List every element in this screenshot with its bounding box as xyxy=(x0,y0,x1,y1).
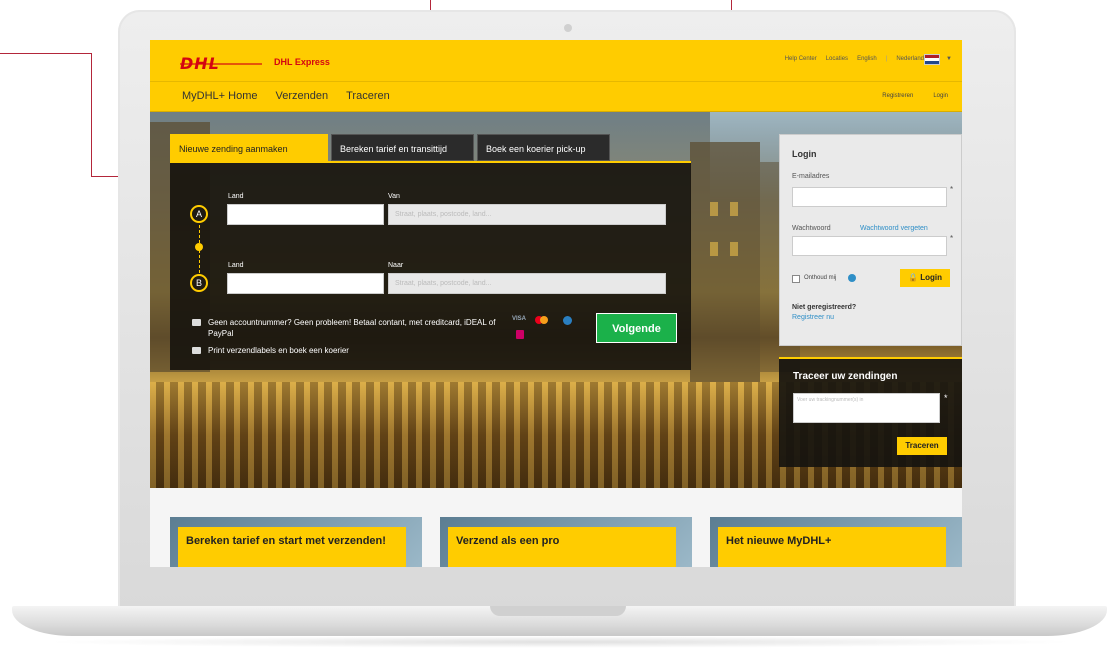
required-star: * xyxy=(944,393,948,403)
password-label: Wachtwoord xyxy=(792,225,831,232)
help-center-link[interactable]: Help Center xyxy=(785,56,817,62)
track-card: Traceer uw zendingen Voer uw trackingnum… xyxy=(779,357,962,467)
naar-label: Naar xyxy=(388,262,404,269)
van-label: Van xyxy=(388,193,400,200)
tab-bereken-tarief[interactable]: Bereken tarief en transittijd xyxy=(331,134,474,161)
logo-speed-lines xyxy=(180,63,262,65)
required-star: * xyxy=(950,185,954,194)
callout-line-left-h xyxy=(0,53,92,54)
laptop-notch xyxy=(490,606,626,616)
register-now-link[interactable]: Registreer nu xyxy=(792,314,834,321)
mastercard-icon-2 xyxy=(540,316,548,324)
window xyxy=(730,242,738,256)
forgot-password-link[interactable]: Wachtwoord vergeten xyxy=(860,225,928,232)
remember-label: Onthoud mij xyxy=(804,275,837,281)
nav-item-mydhl-home[interactable]: MyDHL+ Home xyxy=(182,90,258,102)
shipment-form-panel: A B Land Van Straat, plaats, postcode, l… xyxy=(170,161,691,370)
promo-card[interactable]: Verzend als een pro xyxy=(440,517,692,567)
separator: | xyxy=(885,56,888,62)
email-label: E-mailadres xyxy=(792,173,830,180)
required-star: * xyxy=(950,234,954,243)
login-title: Login xyxy=(792,149,817,159)
card-icon xyxy=(192,319,201,326)
remember-checkbox[interactable] xyxy=(792,275,800,283)
land-to-input[interactable] xyxy=(227,273,384,294)
traceren-button[interactable]: Traceren xyxy=(897,437,947,455)
promo-card[interactable]: Bereken tarief en start met verzenden! xyxy=(170,517,422,567)
callout-line-left-v xyxy=(91,53,92,177)
laptop-shadow xyxy=(40,636,1080,648)
no-account-info: Geen accountnummer? Geen probleem! Betaa… xyxy=(208,318,496,338)
top-bar: DHL DHL Express Help Center Locaties Eng… xyxy=(150,40,962,82)
naar-input[interactable]: Straat, plaats, postcode, land... xyxy=(388,273,666,294)
volgende-button[interactable]: Volgende xyxy=(596,313,677,343)
password-field[interactable] xyxy=(792,236,947,256)
ideal-icon xyxy=(516,330,524,339)
login-button-label: Login xyxy=(920,273,942,282)
printer-icon xyxy=(192,347,201,354)
van-input[interactable]: Straat, plaats, postcode, land... xyxy=(388,204,666,225)
promo-card-title: Het nieuwe MyDHL+ xyxy=(718,527,946,567)
camera-icon xyxy=(564,24,572,32)
nav-item-traceren[interactable]: Traceren xyxy=(346,90,390,102)
top-links: Help Center Locaties English | Nederland… xyxy=(785,56,927,62)
tab-koerier-pickup[interactable]: Boek een koerier pick-up xyxy=(477,134,610,161)
point-a-icon: A xyxy=(190,205,208,223)
laptop-screen: DHL DHL Express Help Center Locaties Eng… xyxy=(150,40,962,567)
login-card: Login E-mailadres * Wachtwoord Wachtwoor… xyxy=(779,134,962,346)
tracking-input[interactable]: Voer uw trackingnummer(s) in xyxy=(793,393,940,423)
window xyxy=(710,202,718,216)
paypal-icon xyxy=(563,316,572,325)
not-registered-text: Niet geregistreerd? xyxy=(792,304,857,311)
email-field[interactable] xyxy=(792,187,947,207)
print-labels-info: Print verzendlabels en boek een koerier xyxy=(208,346,349,355)
window xyxy=(730,202,738,216)
register-link[interactable]: Registreren xyxy=(882,93,913,99)
promo-card-title: Bereken tarief en start met verzenden! xyxy=(178,527,406,567)
window xyxy=(710,242,718,256)
netherlands-flag-icon[interactable] xyxy=(924,54,940,65)
route-dot xyxy=(195,243,203,251)
nederlands-link[interactable]: Nederlands xyxy=(896,56,927,62)
stage: DHL DHL Express Help Center Locaties Eng… xyxy=(0,0,1117,652)
land-label-from: Land xyxy=(228,193,244,200)
english-link[interactable]: English xyxy=(857,56,877,62)
visa-icon: VISA xyxy=(512,316,527,322)
locaties-link[interactable]: Locaties xyxy=(826,56,848,62)
nav-items: MyDHL+ Home Verzenden Traceren xyxy=(182,90,390,102)
info-icon[interactable] xyxy=(848,274,856,282)
promo-section: Bereken tarief en start met verzenden! V… xyxy=(150,488,962,567)
land-label-to: Land xyxy=(228,262,244,269)
nav-right: Registreren Login xyxy=(882,93,948,99)
brand-name: DHL Express xyxy=(274,57,330,67)
chevron-down-icon[interactable]: ▼ xyxy=(946,56,952,62)
promo-card-title: Verzend als een pro xyxy=(448,527,676,567)
promo-card[interactable]: Het nieuwe MyDHL+ xyxy=(710,517,962,567)
land-from-input[interactable] xyxy=(227,204,384,225)
nav-item-verzenden[interactable]: Verzenden xyxy=(276,90,329,102)
login-button[interactable]: 🔒 Login xyxy=(900,269,950,287)
point-b-icon: B xyxy=(190,274,208,292)
tab-nieuwe-zending[interactable]: Nieuwe zending aanmaken xyxy=(170,134,328,161)
track-title: Traceer uw zendingen xyxy=(793,371,898,382)
building xyxy=(690,142,760,382)
nav-bar: MyDHL+ Home Verzenden Traceren Registrer… xyxy=(150,82,962,112)
login-link[interactable]: Login xyxy=(933,93,948,99)
